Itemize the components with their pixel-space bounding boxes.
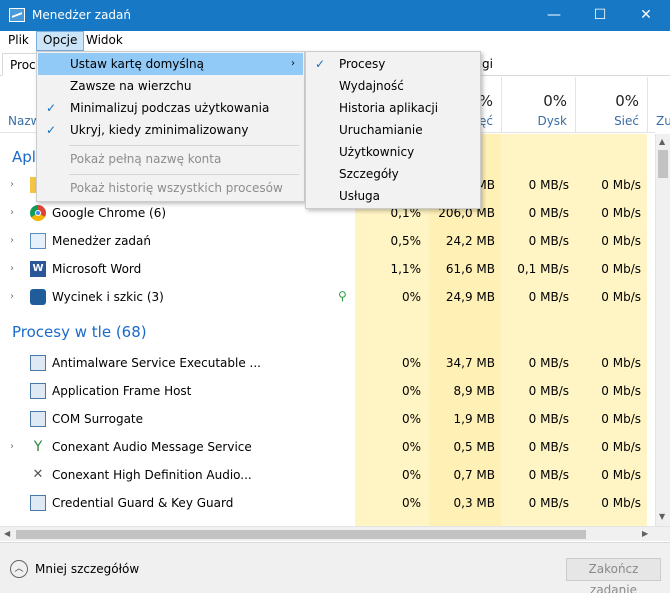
submenu-item-performance[interactable]: Wydajność bbox=[307, 75, 479, 97]
scroll-left-icon[interactable]: ◀ bbox=[4, 529, 10, 538]
menu-item-full-account-name: Pokaż pełną nazwę konta bbox=[70, 152, 222, 166]
expand-icon[interactable]: › bbox=[10, 179, 14, 190]
submenu-item-processes[interactable]: ✓ Procesy bbox=[307, 53, 479, 75]
menu-item-process-history: Pokaż historię wszystkich procesów bbox=[70, 181, 283, 195]
menu-item-always-on-top[interactable]: Zawsze na wierzchu bbox=[38, 75, 303, 97]
audio-service-icon: Y bbox=[33, 439, 43, 455]
options-menu: Ustaw kartę domyślną › Zawsze na wierzch… bbox=[36, 51, 305, 202]
submenu-item-services[interactable]: Usługa bbox=[307, 185, 479, 207]
footer: ︿ Mniej szczegółów Zakończ zadanie bbox=[0, 542, 670, 593]
scroll-up-icon[interactable]: ▲ bbox=[659, 137, 665, 146]
process-icon bbox=[30, 383, 46, 399]
process-icon bbox=[30, 355, 46, 371]
submenu-item-startup[interactable]: Uruchamianie bbox=[307, 119, 479, 141]
power-column-header[interactable]: Zu bbox=[647, 77, 670, 133]
close-button[interactable]: ✕ bbox=[623, 0, 669, 31]
title-bar: Menedżer zadań — ☐ ✕ bbox=[0, 0, 670, 31]
disk-column-header[interactable]: 0% Dysk bbox=[501, 77, 575, 133]
submenu-item-details[interactable]: Szczegóły bbox=[307, 163, 479, 185]
expand-icon[interactable]: › bbox=[10, 235, 14, 246]
default-tab-submenu: ✓ Procesy Wydajność Historia aplikacji U… bbox=[305, 51, 481, 209]
maximize-button[interactable]: ☐ bbox=[577, 0, 623, 31]
horizontal-scrollbar[interactable]: ◀ ▶ bbox=[0, 526, 670, 541]
scroll-thumb[interactable] bbox=[658, 150, 668, 178]
network-column-header[interactable]: 0% Sieć bbox=[575, 77, 647, 133]
process-icon bbox=[30, 495, 46, 511]
task-manager-icon bbox=[9, 8, 25, 22]
snip-sketch-icon bbox=[30, 289, 46, 305]
vertical-scrollbar[interactable]: ▲ ▼ bbox=[655, 134, 670, 526]
scroll-down-icon[interactable]: ▼ bbox=[659, 512, 665, 521]
menu-item-hide-when-minimized[interactable]: ✓ Ukryj, kiedy zminimalizowany bbox=[38, 119, 303, 141]
menu-file[interactable]: Plik bbox=[2, 31, 35, 51]
chrome-icon bbox=[30, 205, 46, 221]
process-icon bbox=[30, 411, 46, 427]
check-icon: ✓ bbox=[46, 123, 57, 137]
eco-leaf-icon: ⚲ bbox=[338, 289, 347, 303]
submenu-item-app-history[interactable]: Historia aplikacji bbox=[307, 97, 479, 119]
minimize-button[interactable]: — bbox=[531, 0, 577, 31]
table-row[interactable]: Application Frame Host 0% 8,9 MB 0 MB/s … bbox=[0, 377, 655, 405]
check-icon: ✓ bbox=[46, 101, 57, 115]
table-row[interactable]: › Wycinek i szkic (3) ⚲ 0% 24,9 MB 0 MB/… bbox=[0, 283, 655, 311]
expand-icon[interactable]: › bbox=[10, 207, 14, 218]
audio-tools-icon: ✕ bbox=[32, 467, 44, 482]
end-task-button[interactable]: Zakończ zadanie bbox=[566, 558, 661, 593]
background-group-header[interactable]: Procesy w tle (68) bbox=[12, 323, 147, 341]
menu-view[interactable]: Widok bbox=[80, 31, 129, 51]
submenu-item-users[interactable]: Użytkownicy bbox=[307, 141, 479, 163]
scroll-thumb[interactable] bbox=[16, 530, 586, 539]
table-row[interactable]: › Menedżer zadań 0,5% 24,2 MB 0 MB/s 0 M… bbox=[0, 227, 655, 255]
scroll-right-icon[interactable]: ▶ bbox=[642, 529, 648, 538]
menu-item-default-tab[interactable]: Ustaw kartę domyślną › bbox=[38, 53, 303, 75]
apps-group-header[interactable]: Apl bbox=[12, 148, 36, 166]
table-row[interactable]: Antimalware Service Executable ... 0% 34… bbox=[0, 349, 655, 377]
chevron-up-icon[interactable]: ︿ bbox=[10, 560, 28, 578]
table-row[interactable]: ✕ Conexant High Definition Audio... 0% 0… bbox=[0, 461, 655, 489]
menu-bar: Plik Opcje Widok bbox=[0, 31, 670, 51]
submenu-arrow-icon: › bbox=[291, 58, 295, 69]
menu-separator bbox=[69, 174, 299, 175]
word-icon: W bbox=[30, 261, 46, 277]
table-row[interactable]: › W Microsoft Word 1,1% 61,6 MB 0,1 MB/s… bbox=[0, 255, 655, 283]
check-icon: ✓ bbox=[315, 57, 326, 71]
expand-icon[interactable]: › bbox=[10, 263, 14, 274]
expand-icon[interactable]: › bbox=[10, 441, 14, 452]
expand-icon[interactable]: › bbox=[10, 291, 14, 302]
table-row[interactable]: Credential Guard & Key Guard 0% 0,3 MB 0… bbox=[0, 489, 655, 517]
menu-item-minimize-on-use[interactable]: ✓ Minimalizuj podczas użytkowania bbox=[38, 97, 303, 119]
menu-options[interactable]: Opcje bbox=[36, 31, 85, 51]
less-details-link[interactable]: Mniej szczegółów bbox=[35, 562, 139, 576]
table-row[interactable]: COM Surrogate 0% 1,9 MB 0 MB/s 0 Mb/s bbox=[0, 405, 655, 433]
menu-separator bbox=[69, 145, 299, 146]
window-title: Menedżer zadań bbox=[32, 8, 131, 22]
task-manager-icon bbox=[30, 233, 46, 249]
table-row[interactable]: › Y Conexant Audio Message Service 0% 0,… bbox=[0, 433, 655, 461]
